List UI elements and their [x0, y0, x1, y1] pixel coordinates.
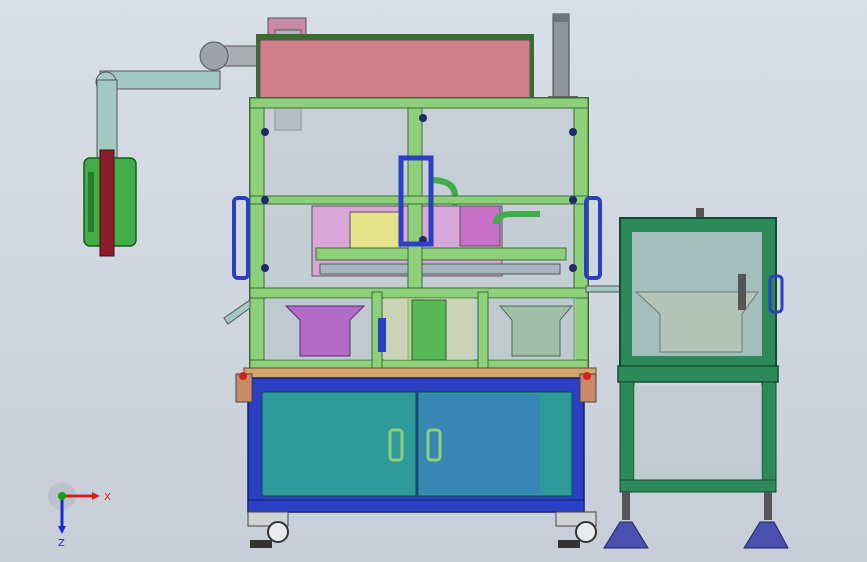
cad-viewport[interactable]: X Z: [0, 0, 867, 562]
rear-pink-panel: [256, 34, 534, 99]
transfer-chute: [585, 285, 623, 293]
signal-tower-light: [548, 13, 578, 102]
lower-compartment: [223, 291, 576, 369]
machine-assembly-drawing: X Z: [48, 13, 789, 549]
hanging-control-box: [83, 149, 137, 257]
cabinet-base: [247, 377, 585, 513]
y-axis-dot: [58, 492, 66, 500]
feeder-hopper-stand: [603, 208, 789, 549]
coordinate-triad: X Z: [48, 482, 111, 549]
z-axis-label: Z: [58, 538, 65, 549]
table-top-plate: [243, 367, 597, 379]
x-axis-label: X: [104, 492, 111, 503]
